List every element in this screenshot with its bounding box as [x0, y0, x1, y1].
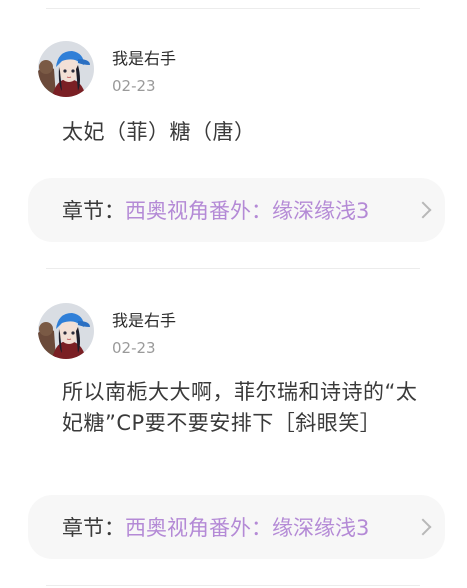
- comment-date: 02-23: [112, 77, 156, 95]
- avatar-icon: [38, 41, 94, 97]
- top-divider: [46, 8, 420, 9]
- chapter-link[interactable]: 章节： 西奥视角番外：缘深缘浅3: [28, 178, 445, 242]
- chapter-title: 西奥视角番外：缘深缘浅3: [125, 199, 370, 223]
- avatar-icon: [38, 303, 94, 359]
- comment-divider: [46, 268, 420, 269]
- chapter-link[interactable]: 章节： 西奥视角番外：缘深缘浅3: [28, 495, 445, 559]
- avatar[interactable]: [38, 303, 94, 359]
- chevron-right-icon: [414, 518, 432, 536]
- chapter-title: 西奥视角番外：缘深缘浅3: [125, 516, 370, 540]
- comment-text: 太妃（菲）糖（唐）: [62, 120, 256, 144]
- comment-date: 02-23: [112, 339, 156, 357]
- avatar[interactable]: [38, 41, 94, 97]
- chapter-prefix: 章节：: [62, 199, 125, 223]
- username[interactable]: 我是右手: [112, 45, 176, 69]
- chapter-prefix: 章节：: [62, 516, 125, 540]
- comment-text: 所以南栀大大啊，菲尔瑞和诗诗的“太妃糖”CP要不要安排下［斜眼笑］: [62, 380, 418, 435]
- chevron-right-icon: [414, 201, 432, 219]
- bottom-divider: [46, 585, 420, 586]
- username[interactable]: 我是右手: [112, 307, 176, 331]
